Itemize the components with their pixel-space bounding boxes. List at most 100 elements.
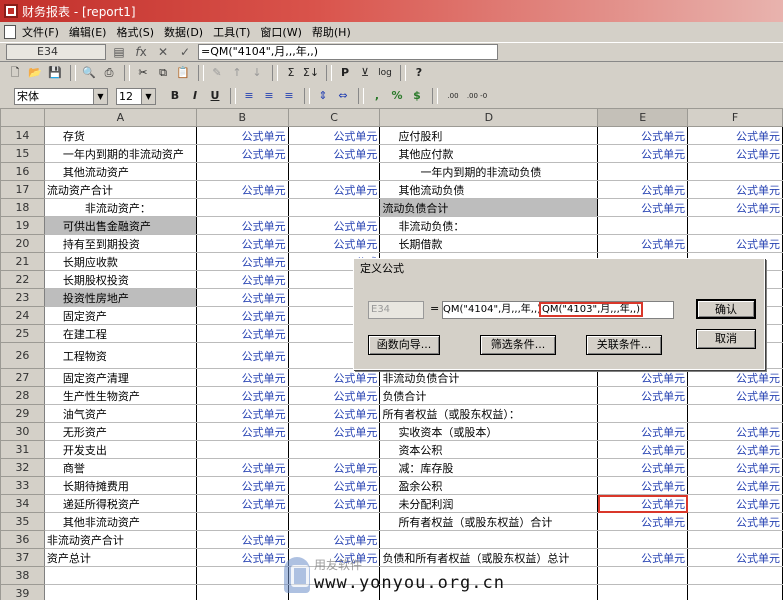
cell-b[interactable] bbox=[196, 584, 289, 600]
cell-e[interactable] bbox=[597, 216, 689, 235]
dollar-button[interactable]: $ bbox=[408, 87, 426, 105]
cell-b[interactable]: 公式单元 bbox=[196, 324, 289, 343]
cut-icon[interactable]: ✂ bbox=[134, 64, 152, 82]
cell-b[interactable]: 公式单元 bbox=[196, 270, 289, 289]
cell-c[interactable]: 公式单元 bbox=[288, 180, 381, 199]
menu-data[interactable]: 数据(D) bbox=[164, 24, 203, 40]
list-icon[interactable]: ▤ bbox=[110, 44, 128, 60]
cell-c[interactable]: 公式单元 bbox=[288, 126, 381, 145]
cell-e[interactable]: 公式单元 bbox=[597, 476, 689, 495]
cell-a[interactable]: 流动资产合计 bbox=[44, 180, 197, 199]
cell-c[interactable] bbox=[288, 512, 381, 531]
cell-b[interactable]: 公式单元 bbox=[196, 234, 289, 253]
cell-b[interactable]: 公式单元 bbox=[196, 530, 289, 549]
row-header[interactable]: 34 bbox=[0, 494, 45, 513]
sum-icon[interactable]: Σ bbox=[282, 64, 300, 82]
cell-c[interactable] bbox=[288, 162, 381, 181]
cell-b[interactable]: 公式单元 bbox=[196, 288, 289, 307]
row-header[interactable]: 26 bbox=[0, 342, 45, 369]
row-header[interactable]: 39 bbox=[0, 584, 45, 600]
cell-a[interactable]: 长期应收款 bbox=[44, 252, 197, 271]
cell-a[interactable] bbox=[44, 566, 197, 585]
cell-e[interactable] bbox=[597, 404, 689, 423]
sum-row-icon[interactable]: Σ↓ bbox=[302, 64, 320, 82]
cell-f[interactable]: 公式单元 bbox=[687, 440, 783, 459]
cell-d[interactable]: 实收资本（或股本） bbox=[379, 422, 599, 441]
cell-f[interactable]: 公式单元 bbox=[687, 144, 783, 163]
row-header[interactable]: 35 bbox=[0, 512, 45, 531]
cell-b[interactable]: 公式单元 bbox=[196, 422, 289, 441]
confirm-button[interactable]: 确认 bbox=[696, 299, 756, 319]
sort-asc-icon[interactable]: ↑ bbox=[228, 64, 246, 82]
cell-c[interactable]: 公式单元 bbox=[288, 530, 381, 549]
menu-tools[interactable]: 工具(T) bbox=[213, 24, 250, 40]
underline-button[interactable]: U bbox=[206, 87, 224, 105]
cancel-icon[interactable]: ✕ bbox=[154, 44, 172, 60]
menu-window[interactable]: 窗口(W) bbox=[260, 24, 301, 40]
decrease-decimal-button[interactable]: .00 -0 bbox=[466, 87, 488, 105]
cell-b[interactable]: 公式单元 bbox=[196, 180, 289, 199]
function-icon[interactable]: fx bbox=[132, 44, 150, 60]
cancel-button[interactable]: 取消 bbox=[696, 329, 756, 349]
row-header[interactable]: 17 bbox=[0, 180, 45, 199]
print-setting-icon[interactable]: P bbox=[336, 64, 354, 82]
cell-b[interactable]: 公式单元 bbox=[196, 368, 289, 387]
row-header[interactable]: 29 bbox=[0, 404, 45, 423]
cell-e[interactable]: 公式单元 bbox=[597, 386, 689, 405]
percent-button[interactable]: % bbox=[388, 87, 406, 105]
cell-b[interactable] bbox=[196, 198, 289, 217]
cell-b[interactable]: 公式单元 bbox=[196, 144, 289, 163]
row-header[interactable]: 23 bbox=[0, 288, 45, 307]
cell-f[interactable] bbox=[687, 584, 783, 600]
cell-e[interactable] bbox=[597, 530, 689, 549]
cell-a[interactable]: 商誉 bbox=[44, 458, 197, 477]
cell-a[interactable]: 存货 bbox=[44, 126, 197, 145]
cell-a[interactable]: 递延所得税资产 bbox=[44, 494, 197, 513]
cell-d[interactable]: 非流动负债： bbox=[379, 216, 599, 235]
cell-a[interactable]: 无形资产 bbox=[44, 422, 197, 441]
cell-a[interactable]: 在建工程 bbox=[44, 324, 197, 343]
cell-a[interactable]: 生产性生物资产 bbox=[44, 386, 197, 405]
chevron-down-icon[interactable]: ▼ bbox=[141, 88, 155, 104]
cell-c[interactable]: 公式单元 bbox=[288, 234, 381, 253]
row-header[interactable]: 24 bbox=[0, 306, 45, 325]
row-header[interactable]: 18 bbox=[0, 198, 45, 217]
cell-b[interactable]: 公式单元 bbox=[196, 216, 289, 235]
help-icon[interactable]: ? bbox=[410, 64, 428, 82]
cell-f[interactable] bbox=[687, 404, 783, 423]
cell-f[interactable]: 公式单元 bbox=[687, 458, 783, 477]
cell-a[interactable]: 持有至到期投资 bbox=[44, 234, 197, 253]
cell-b[interactable] bbox=[196, 162, 289, 181]
row-header[interactable]: 15 bbox=[0, 144, 45, 163]
align-right-icon[interactable]: ≡ bbox=[280, 87, 298, 105]
cell-f[interactable]: 公式单元 bbox=[687, 548, 783, 567]
cell-reference-box[interactable]: E34 bbox=[6, 44, 106, 60]
row-header[interactable]: 14 bbox=[0, 126, 45, 145]
bold-button[interactable]: B bbox=[166, 87, 184, 105]
chevron-down-icon[interactable]: ▼ bbox=[93, 88, 107, 104]
cell-d[interactable]: 流动负债合计 bbox=[379, 198, 599, 217]
sort-desc-icon[interactable]: ↓ bbox=[248, 64, 266, 82]
cell-b[interactable]: 公式单元 bbox=[196, 342, 289, 369]
corner-cell[interactable] bbox=[0, 108, 45, 127]
print-icon[interactable]: ⎙ bbox=[100, 64, 118, 82]
cell-f[interactable]: 公式单元 bbox=[687, 180, 783, 199]
filter-icon[interactable]: ⊻ bbox=[356, 64, 374, 82]
row-header[interactable]: 36 bbox=[0, 530, 45, 549]
cell-b[interactable]: 公式单元 bbox=[196, 476, 289, 495]
cell-a[interactable]: 其他非流动资产 bbox=[44, 512, 197, 531]
cell-b[interactable]: 公式单元 bbox=[196, 494, 289, 513]
row-header[interactable]: 28 bbox=[0, 386, 45, 405]
cell-e[interactable]: 公式单元 bbox=[597, 458, 689, 477]
cell-f[interactable]: 公式单元 bbox=[687, 368, 783, 387]
cell-a[interactable]: 可供出售金融资产 bbox=[44, 216, 197, 235]
cell-f[interactable]: 公式单元 bbox=[687, 126, 783, 145]
cell-d[interactable]: 盈余公积 bbox=[379, 476, 599, 495]
confirm-icon[interactable]: ✓ bbox=[176, 44, 194, 60]
format-painter-icon[interactable]: ✎ bbox=[208, 64, 226, 82]
filter-condition-button[interactable]: 筛选条件... bbox=[480, 335, 556, 355]
row-header[interactable]: 16 bbox=[0, 162, 45, 181]
cell-b[interactable] bbox=[196, 512, 289, 531]
cell-b[interactable] bbox=[196, 566, 289, 585]
cell-e[interactable]: 公式单元 bbox=[597, 368, 689, 387]
